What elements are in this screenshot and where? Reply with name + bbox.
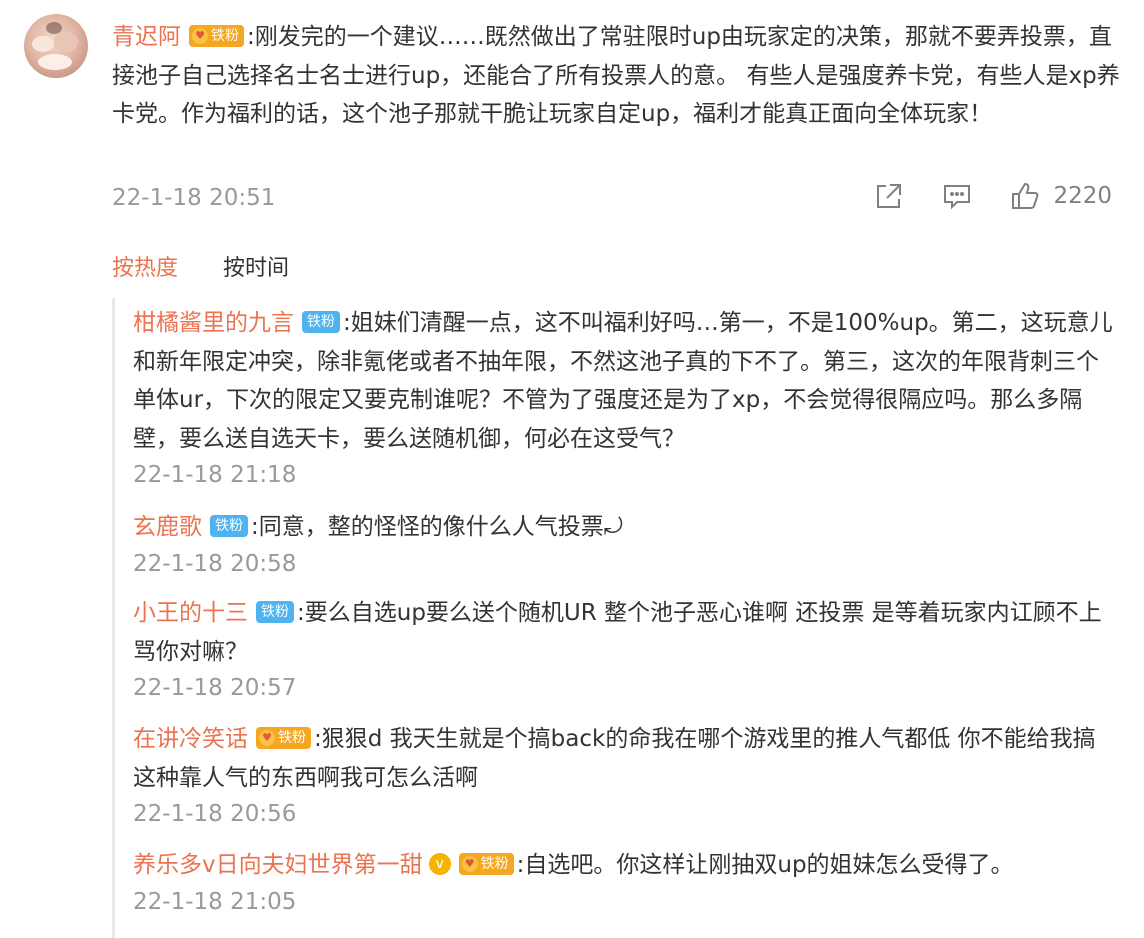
- reply-item: 柑橘酱里的九言 铁粉:姐妹们清醒一点，这不叫福利好吗…第一，不是100%up。第二…: [133, 304, 1118, 488]
- avatar[interactable]: [24, 14, 88, 78]
- reply-text: :同意，整的怪怪的像什么人气投票⤾: [251, 514, 623, 540]
- like-count: 2220: [1053, 183, 1112, 209]
- fan-badge[interactable]: 铁粉: [302, 310, 340, 333]
- avatar-detail: [46, 22, 62, 34]
- fan-badge[interactable]: ♥ 铁粉: [189, 24, 244, 47]
- like-icon[interactable]: [1009, 180, 1041, 212]
- fan-badge-label: 铁粉: [480, 855, 509, 872]
- reply-item: 在讲冷笑话 ♥ 铁粉:狠狠d 我天生就是个搞back的命我在哪个游戏里的推人气都低 …: [133, 720, 1118, 827]
- crown-icon: ♥: [461, 855, 478, 872]
- reply-username[interactable]: 玄鹿歌: [133, 514, 202, 540]
- tab-sort-time[interactable]: 按时间: [223, 250, 289, 282]
- reply-username[interactable]: 养乐多v日向夫妇世界第一甜: [133, 852, 423, 878]
- fan-badge[interactable]: ♥ 铁粉: [458, 852, 514, 875]
- reply-time: 22-1-18 20:56: [133, 801, 297, 827]
- reply-time: 22-1-18 20:57: [133, 675, 297, 701]
- avatar-detail: [38, 54, 72, 70]
- reply-username[interactable]: 小王的十三: [133, 600, 248, 626]
- forward-icon[interactable]: [873, 180, 905, 212]
- fan-badge-label: 铁粉: [278, 729, 306, 746]
- tab-sort-hot[interactable]: 按热度: [112, 250, 178, 282]
- avatar-detail: [54, 32, 78, 52]
- fan-badge-label: 铁粉: [211, 27, 239, 44]
- reply-item: 养乐多v日向夫妇世界第一甜 v ♥ 铁粉:自选吧。你这样让刚抽双up的姐妹怎么受得了。…: [133, 846, 1118, 915]
- fan-badge[interactable]: 铁粉: [256, 600, 294, 623]
- sort-tabs: 按热度 按时间: [112, 250, 327, 282]
- crown-icon: ♥: [192, 27, 208, 44]
- main-comment-username[interactable]: 青迟阿: [112, 24, 181, 50]
- reply-time: 22-1-18 20:58: [133, 550, 297, 577]
- reply-item: 小王的十三 铁粉:要么自选up要么送个随机UR 整个池子恶心谁啊 还投票 是等着玩…: [133, 594, 1118, 701]
- main-comment-text: :刚发完的一个建议……既然做出了常驻限时up由玩家定的决策，那就不要弄投票，直接…: [112, 24, 1120, 127]
- fan-badge[interactable]: ♥ 铁粉: [256, 726, 311, 749]
- main-comment: 青迟阿 ♥ 铁粉:刚发完的一个建议……既然做出了常驻限时up由玩家定的决策，那就不要…: [112, 18, 1122, 134]
- verified-icon: v: [428, 852, 451, 875]
- comment-actions: 2220: [837, 180, 1112, 212]
- comment-icon[interactable]: [941, 180, 973, 212]
- reply-username[interactable]: 柑橘酱里的九言: [133, 310, 294, 336]
- reply-time: 22-1-18 21:05: [133, 888, 297, 915]
- main-comment-time: 22-1-18 20:51: [112, 185, 276, 211]
- avatar-detail: [32, 36, 54, 52]
- reply-text: :自选吧。你这样让刚抽双up的姐妹怎么受得了。: [516, 852, 1014, 878]
- reply-item: 玄鹿歌 铁粉:同意，整的怪怪的像什么人气投票⤾ 22-1-18 20:58: [133, 508, 1118, 577]
- reply-username[interactable]: 在讲冷笑话: [133, 726, 248, 752]
- reply-list: 柑橘酱里的九言 铁粉:姐妹们清醒一点，这不叫福利好吗…第一，不是100%up。第二…: [112, 298, 1125, 938]
- fan-badge[interactable]: 铁粉: [210, 514, 248, 537]
- crown-icon: ♥: [259, 729, 275, 746]
- reply-time: 22-1-18 21:18: [133, 462, 297, 488]
